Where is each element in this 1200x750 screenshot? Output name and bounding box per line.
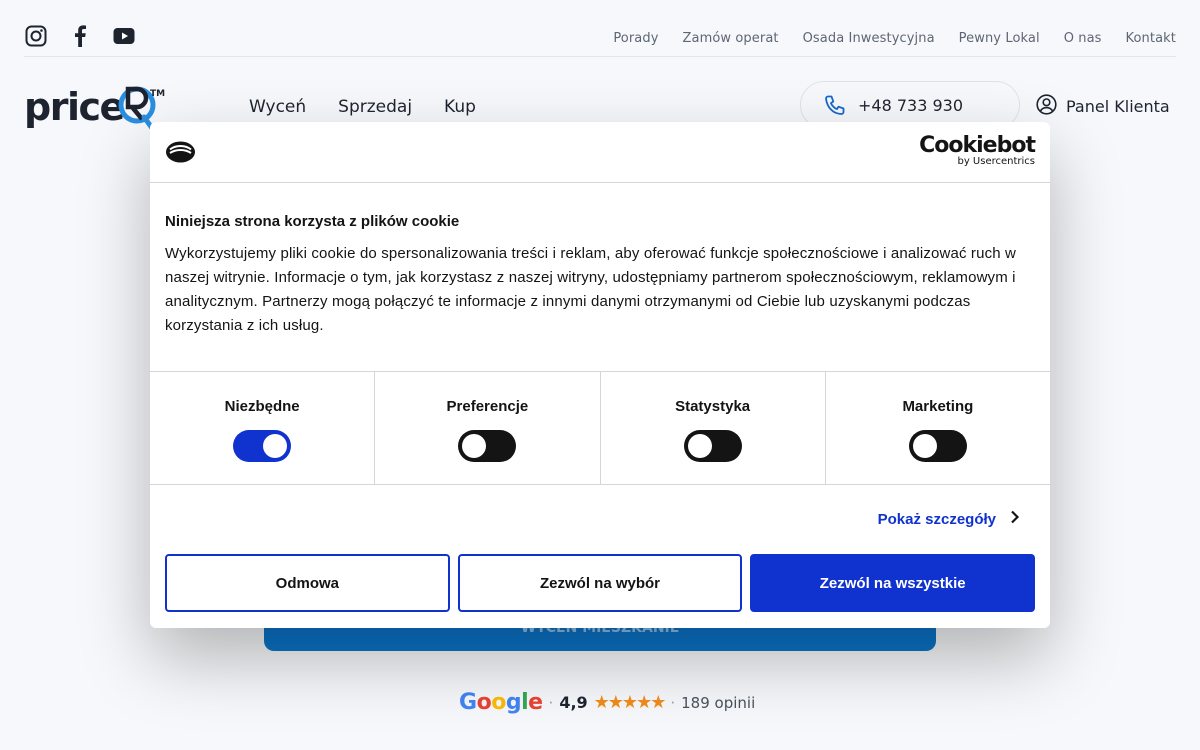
top-link-porady[interactable]: Porady	[613, 31, 658, 46]
cookie-categories: Niezbędne Preferencje Statystyka Marketi…	[150, 371, 1050, 485]
svg-text:price: price	[24, 85, 124, 129]
show-details-link[interactable]: Pokaż szczegóły	[878, 510, 1020, 528]
google-logo: Google	[459, 690, 543, 715]
toggle-knob	[912, 434, 937, 458]
category-necessary: Niezbędne	[150, 372, 376, 484]
deny-button[interactable]: Odmowa	[165, 554, 450, 612]
main-nav: Wyceń Sprzedaj Kup	[249, 97, 476, 117]
top-link-pewny-lokal[interactable]: Pewny Lokal	[959, 31, 1040, 46]
cookiebot-logo[interactable]: Cookiebot by Usercentrics	[919, 133, 1036, 167]
cookiebot-brand: Cookiebot	[919, 133, 1036, 158]
cookie-consent-dialog: Cookiebot by Usercentrics Niniejsza stro…	[150, 122, 1050, 628]
category-label: Statystyka	[675, 398, 751, 415]
toggle-knob	[687, 434, 712, 458]
client-panel-label: Panel Klienta	[1066, 97, 1170, 116]
phone-icon	[823, 94, 847, 118]
nav-item-kup[interactable]: Kup	[444, 97, 476, 117]
category-preferences: Preferencje	[375, 372, 601, 484]
chevron-right-icon	[1010, 510, 1020, 528]
pricer-logo[interactable]: price TM	[24, 80, 169, 134]
social-links	[24, 24, 136, 48]
dialog-title: Niniejsza strona korzysta z plików cooki…	[165, 213, 460, 230]
top-bar: Porady Zamów operat Osada Inwestycyjna P…	[24, 0, 1176, 57]
cookiebot-brand-sub: by Usercentrics	[957, 156, 1035, 167]
category-label: Niezbędne	[224, 398, 300, 415]
pricer-logo-graphic: price TM	[24, 85, 165, 131]
preferences-toggle[interactable]	[458, 430, 517, 462]
facebook-icon[interactable]	[68, 24, 92, 48]
consent-buttons: Odmowa Zezwól na wybór Zezwól na wszystk…	[165, 554, 1036, 612]
rating-score: 4,9	[559, 693, 588, 712]
separator-dot: ·	[670, 693, 676, 712]
star-rating-icon: ★★★★★	[593, 692, 667, 713]
dialog-header: Cookiebot by Usercentrics	[150, 122, 1050, 183]
category-statistics: Statystyka	[601, 372, 826, 484]
marketing-toggle[interactable]	[908, 430, 967, 462]
phone-number: +48 733 930	[858, 96, 964, 115]
review-count: 189 opinii	[681, 693, 756, 712]
separator-dot: ·	[548, 693, 554, 712]
instagram-icon[interactable]	[24, 24, 48, 48]
dialog-body: Niniejsza strona korzysta z plików cooki…	[165, 213, 1020, 338]
youtube-icon[interactable]	[112, 24, 136, 48]
dialog-description: Wykorzystujemy pliki cookie do spersonal…	[165, 245, 1017, 334]
category-label: Preferencje	[446, 398, 529, 415]
nav-item-wycen[interactable]: Wyceń	[249, 97, 306, 117]
nav-item-sprzedaj[interactable]: Sprzedaj	[338, 97, 412, 117]
user-icon	[1036, 94, 1057, 119]
svg-text:TM: TM	[150, 89, 165, 99]
category-label: Marketing	[902, 398, 974, 415]
toggle-knob	[263, 434, 288, 458]
top-link-osada[interactable]: Osada Inwestycyjna	[803, 31, 935, 46]
top-link-kontakt[interactable]: Kontakt	[1126, 31, 1176, 46]
top-links: Porady Zamów operat Osada Inwestycyjna P…	[613, 31, 1176, 46]
allow-all-button[interactable]: Zezwól na wszystkie	[750, 554, 1036, 612]
google-rating: Google · 4,9 ★★★★★ · 189 opinii	[459, 690, 755, 715]
category-marketing: Marketing	[826, 372, 1050, 484]
toggle-knob	[462, 434, 487, 458]
top-link-o-nas[interactable]: O nas	[1064, 31, 1102, 46]
show-details-label: Pokaż szczegóły	[877, 510, 996, 528]
necessary-toggle[interactable]	[233, 430, 292, 462]
statistics-toggle[interactable]	[683, 430, 742, 462]
cookie-icon	[165, 140, 196, 164]
allow-selection-button[interactable]: Zezwól na wybór	[457, 554, 743, 612]
client-panel-link[interactable]: Panel Klienta	[1036, 94, 1170, 119]
top-link-zamow-operat[interactable]: Zamów operat	[683, 31, 779, 46]
